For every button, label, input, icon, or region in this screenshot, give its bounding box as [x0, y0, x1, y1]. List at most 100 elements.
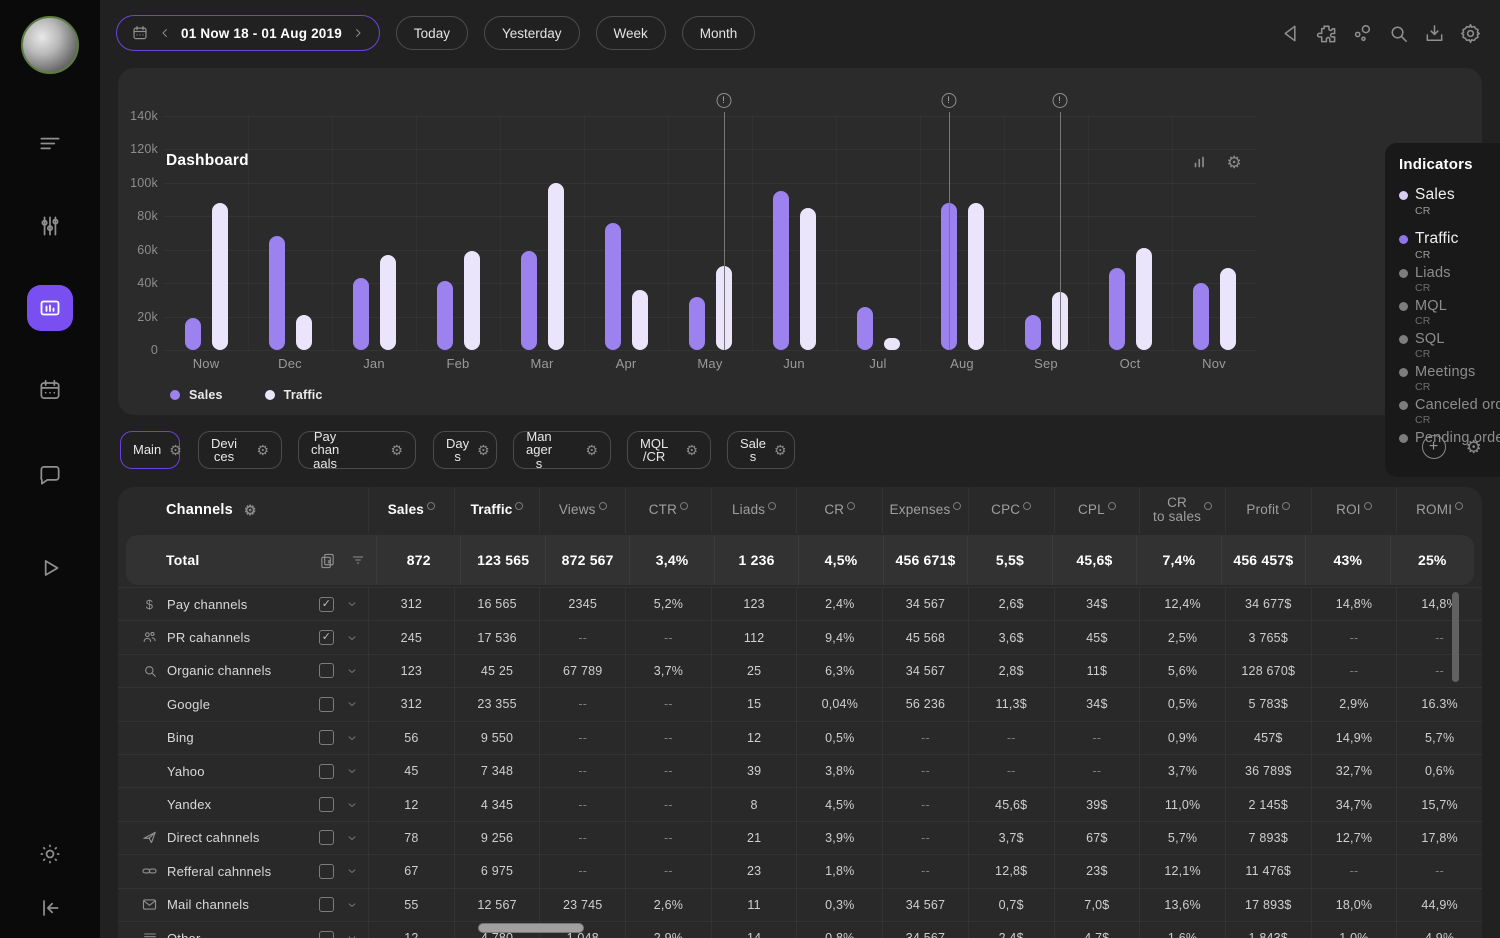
bar-group-now[interactable] [164, 116, 248, 350]
chevron-down-icon[interactable] [346, 865, 358, 877]
month-button[interactable]: Month [682, 16, 756, 50]
table-total-row[interactable]: Total 872123 565872 5673,4%1 2364,5%456 … [126, 535, 1474, 585]
plus-icon[interactable]: + [1422, 435, 1446, 459]
gear-icon[interactable]: ⚙ [1466, 438, 1482, 456]
column-header-views[interactable]: Views [539, 487, 625, 533]
tab-main[interactable]: Main⚙ [120, 431, 180, 469]
row-checkbox[interactable]: ✓ [319, 630, 334, 645]
table-row-direct-cahnnels[interactable]: Direct cahnnels789 256----213,9%--3,7$67… [118, 821, 1482, 854]
gear-icon[interactable]: ⚙ [244, 503, 257, 517]
info-icon[interactable] [680, 502, 688, 510]
column-header-cr-to-sales[interactable]: CR to sales [1139, 487, 1225, 533]
indicator-meetings[interactable]: Meetings342CR34% [1399, 364, 1500, 393]
sales-bar[interactable] [353, 278, 369, 350]
gear-icon[interactable]: ⚙ [477, 443, 490, 457]
info-icon[interactable] [1023, 502, 1031, 510]
chevron-down-icon[interactable] [346, 632, 358, 644]
copy-pages-icon[interactable] [319, 552, 336, 569]
column-header-sales[interactable]: Sales [368, 487, 454, 533]
table-row-google[interactable]: Google31223 355----150,04%56 23611,3$34$… [118, 687, 1482, 720]
indicator-mql[interactable]: MQL678CR56% [1399, 298, 1500, 327]
sales-bar[interactable] [1025, 315, 1041, 350]
back-triangle-icon[interactable] [1279, 22, 1302, 45]
row-checkbox[interactable] [319, 864, 334, 879]
sales-bar[interactable] [521, 251, 537, 350]
row-checkbox[interactable] [319, 697, 334, 712]
chevron-down-icon[interactable] [346, 932, 358, 938]
traffic-bar[interactable] [296, 315, 312, 350]
info-icon[interactable] [599, 502, 607, 510]
chevron-down-icon[interactable] [346, 698, 358, 710]
bar-group-apr[interactable] [584, 116, 668, 350]
sales-bar[interactable] [437, 281, 453, 350]
sidebar-item-dashboard[interactable] [27, 285, 73, 331]
calendar-icon[interactable] [37, 377, 63, 403]
row-checkbox[interactable] [319, 931, 334, 938]
table-row-pr-cahannels[interactable]: PR cahannels✓24517 536----1129,4%45 5683… [118, 620, 1482, 653]
annotation-marker-icon[interactable]: ! [941, 93, 956, 108]
row-checkbox[interactable] [319, 830, 334, 845]
sliders-icon[interactable] [37, 213, 63, 239]
info-icon[interactable] [953, 502, 961, 510]
column-header-cpc[interactable]: CPC [968, 487, 1054, 533]
table-row-yahoo[interactable]: Yahoo457 348----393,8%------3,7%36 789$3… [118, 754, 1482, 787]
download-icon[interactable] [1423, 22, 1446, 45]
bar-group-mar[interactable] [500, 116, 584, 350]
gear-icon[interactable]: ⚙ [685, 443, 698, 457]
row-checkbox[interactable] [319, 730, 334, 745]
sales-bar[interactable] [605, 223, 621, 350]
traffic-bar[interactable] [464, 251, 480, 350]
bar-group-nov[interactable] [1172, 116, 1256, 350]
sales-bar[interactable] [185, 318, 201, 350]
gear-icon[interactable]: ⚙ [774, 443, 787, 457]
chevron-down-icon[interactable] [346, 665, 358, 677]
table-row-other[interactable]: Other124 7801 0482,9%140,8%34 5672,4$4,7… [118, 921, 1482, 938]
row-checkbox[interactable] [319, 797, 334, 812]
table-vertical-scrollbar[interactable] [1452, 592, 1459, 682]
info-icon[interactable] [515, 502, 523, 510]
column-header-roi[interactable]: ROI [1311, 487, 1397, 533]
puzzle-icon[interactable] [1315, 22, 1338, 45]
indicator-liads[interactable]: Liads1 236CR3,5% [1399, 265, 1500, 294]
bar-group-feb[interactable] [416, 116, 500, 350]
row-checkbox[interactable] [319, 663, 334, 678]
table-row-refferal-cahnnels[interactable]: Refferal cahnnels676 975----231,8%--12,8… [118, 854, 1482, 887]
play-icon[interactable] [37, 555, 63, 581]
tab-mql-cr[interactable]: MQL /CR⚙ [627, 431, 711, 469]
traffic-bar[interactable] [632, 290, 648, 350]
sales-bar[interactable] [1193, 283, 1209, 350]
bar-group-sep[interactable]: ! [1004, 116, 1088, 350]
traffic-bar[interactable] [1220, 268, 1236, 350]
brightness-icon[interactable] [37, 841, 63, 867]
column-header-cpl[interactable]: CPL [1054, 487, 1140, 533]
traffic-bar[interactable] [1136, 248, 1152, 350]
table-row-organic-channels[interactable]: Organic channels12345 2567 7893,7%256,3%… [118, 654, 1482, 687]
bar-group-oct[interactable] [1088, 116, 1172, 350]
menu-icon[interactable] [37, 130, 63, 156]
annotation-marker-icon[interactable]: ! [716, 93, 731, 108]
info-icon[interactable] [427, 502, 435, 510]
sales-bar[interactable] [689, 297, 705, 350]
column-header-ctr[interactable]: CTR [625, 487, 711, 533]
column-header-profit[interactable]: Profit [1225, 487, 1311, 533]
table-row-yandex[interactable]: Yandex124 345----84,5%--45,6$39$11,0%2 1… [118, 787, 1482, 820]
traffic-bar[interactable] [380, 255, 396, 350]
info-icon[interactable] [847, 502, 855, 510]
collapse-icon[interactable] [37, 895, 63, 921]
table-row-bing[interactable]: Bing569 550----120,5%------0,9%457$14,9%… [118, 721, 1482, 754]
bubbles-icon[interactable] [1351, 22, 1374, 45]
chart-plot[interactable]: !!! [164, 116, 1256, 350]
info-icon[interactable] [1364, 502, 1372, 510]
bar-group-jan[interactable] [332, 116, 416, 350]
tab-sale-s[interactable]: Sale s⚙ [727, 431, 795, 469]
info-icon[interactable] [1108, 502, 1116, 510]
traffic-bar[interactable] [884, 338, 900, 350]
chevron-down-icon[interactable] [346, 732, 358, 744]
traffic-bar[interactable] [968, 203, 984, 350]
tab-pay-chan-aals[interactable]: Pay chan aals⚙ [298, 431, 416, 469]
date-range-picker[interactable]: 01 Now 18 - 01 Aug 2019 [116, 15, 380, 51]
today-button[interactable]: Today [396, 16, 468, 50]
column-header-expenses[interactable]: Expenses [882, 487, 968, 533]
sales-bar[interactable] [773, 191, 789, 350]
sales-bar[interactable] [857, 307, 873, 350]
